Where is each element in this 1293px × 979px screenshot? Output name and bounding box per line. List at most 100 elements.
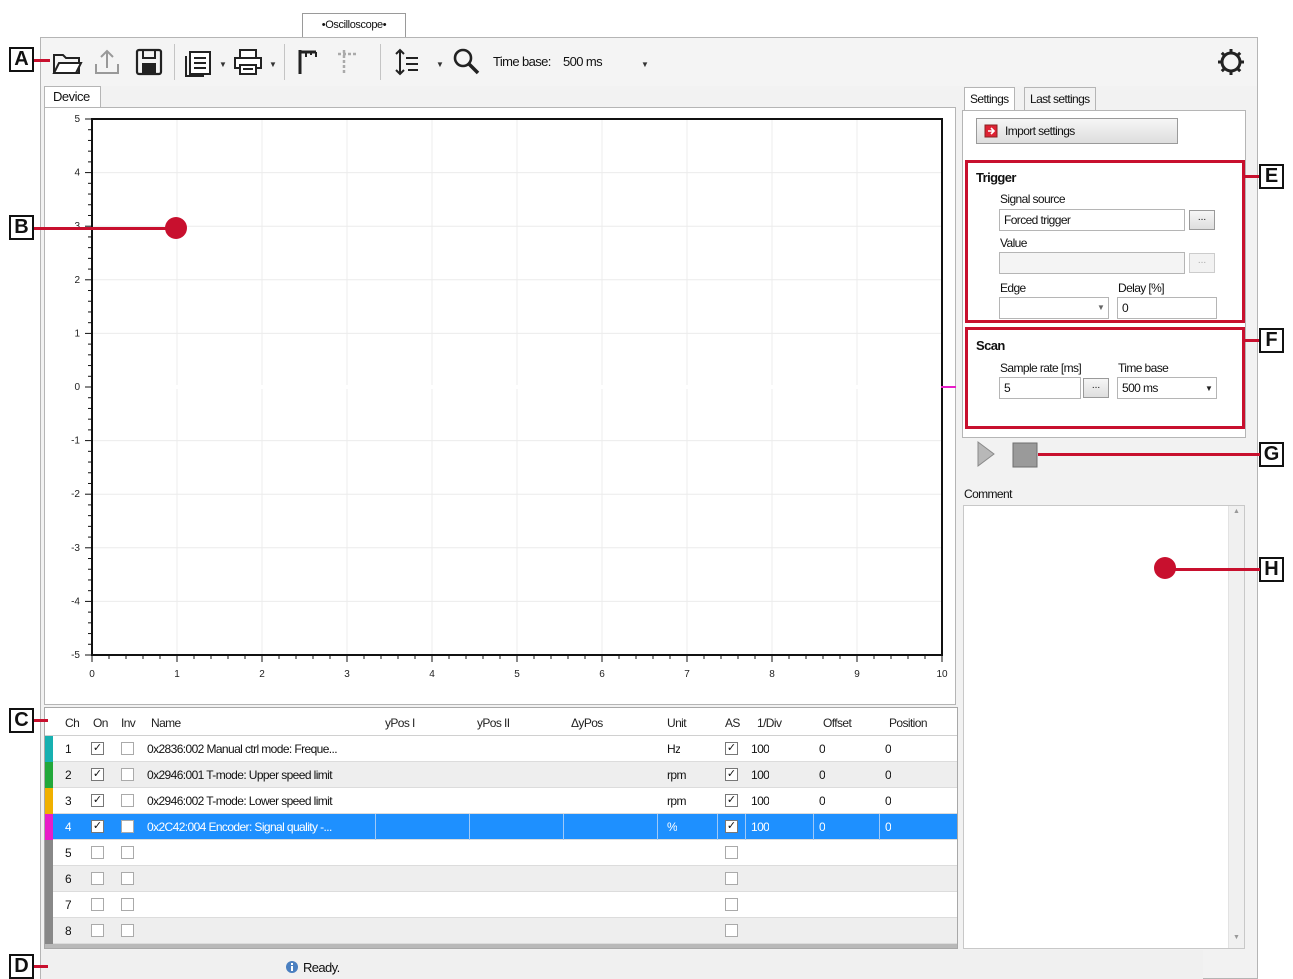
- open-folder-icon[interactable]: [51, 46, 83, 78]
- channel-autoscale-checkbox[interactable]: [725, 898, 738, 911]
- channel-invert-checkbox[interactable]: [121, 846, 134, 859]
- tab-device[interactable]: Device: [44, 86, 101, 108]
- channel-position[interactable]: 0: [885, 820, 891, 834]
- channel-position[interactable]: 0: [885, 768, 891, 782]
- table-row[interactable]: 4 ✓ 0x2C42:004 Encoder: Signal quality -..…: [45, 814, 957, 840]
- time-base-value[interactable]: 500 ms: [563, 54, 603, 69]
- delay-field[interactable]: 0: [1117, 297, 1217, 319]
- scroll-down-icon[interactable]: ▼: [1233, 934, 1240, 941]
- value-field[interactable]: [999, 252, 1185, 274]
- channel-autoscale-checkbox[interactable]: [725, 846, 738, 859]
- gear-icon[interactable]: [1215, 46, 1247, 78]
- value-browse-button[interactable]: ...: [1189, 253, 1215, 273]
- save-icon[interactable]: [133, 46, 165, 78]
- print-icon[interactable]: [232, 46, 264, 78]
- signal-source-field[interactable]: Forced trigger: [999, 209, 1185, 231]
- copy-icon[interactable]: [182, 46, 214, 78]
- channel-name[interactable]: 0x2946:001 T-mode: Upper speed limit: [147, 768, 373, 782]
- column-header[interactable]: Offset: [823, 716, 852, 730]
- column-header[interactable]: yPos I: [385, 716, 415, 730]
- column-header[interactable]: ΔyPos: [571, 716, 603, 730]
- toolbar-separator: [284, 44, 285, 80]
- tab-oscilloscope[interactable]: •Oscilloscope•: [302, 13, 406, 37]
- copy-dropdown-caret[interactable]: ▼: [219, 60, 227, 69]
- column-header[interactable]: AS: [725, 716, 740, 730]
- channel-on-checkbox[interactable]: ✓: [91, 768, 104, 781]
- edge-select[interactable]: [999, 297, 1109, 319]
- channel-invert-checkbox[interactable]: [121, 768, 134, 781]
- channel-on-checkbox[interactable]: ✓: [91, 742, 104, 755]
- start-button[interactable]: [975, 440, 997, 468]
- cursor-2-icon[interactable]: [332, 46, 364, 78]
- channel-invert-checkbox[interactable]: [121, 898, 134, 911]
- table-row[interactable]: 8: [45, 918, 957, 944]
- channel-invert-checkbox[interactable]: [121, 794, 134, 807]
- channel-on-checkbox[interactable]: [91, 898, 104, 911]
- channel-on-checkbox[interactable]: [91, 846, 104, 859]
- table-row[interactable]: 6: [45, 866, 957, 892]
- channel-on-checkbox[interactable]: [91, 872, 104, 885]
- comment-field[interactable]: [963, 505, 1245, 949]
- channel-autoscale-checkbox[interactable]: ✓: [725, 742, 738, 755]
- table-row[interactable]: 3 ✓ 0x2946:002 T-mode: Lower speed limit rp…: [45, 788, 957, 814]
- print-dropdown-caret[interactable]: ▼: [269, 60, 277, 69]
- column-header[interactable]: On: [93, 716, 108, 730]
- table-row[interactable]: 1 ✓ 0x2836:002 Manual ctrl mode: Freque...…: [45, 736, 957, 762]
- table-row[interactable]: 7: [45, 892, 957, 918]
- channel-per-div[interactable]: 100: [751, 742, 769, 756]
- scan-time-base-caret[interactable]: ▼: [1205, 384, 1213, 393]
- channel-on-checkbox[interactable]: ✓: [91, 820, 104, 833]
- channel-offset[interactable]: 0: [819, 820, 825, 834]
- channel-invert-checkbox[interactable]: [121, 872, 134, 885]
- channel-invert-checkbox[interactable]: [121, 924, 134, 937]
- channel-invert-checkbox[interactable]: [121, 820, 134, 833]
- column-header[interactable]: Position: [889, 716, 928, 730]
- sample-rate-field[interactable]: 5: [999, 377, 1081, 399]
- auto-scale-dropdown-caret[interactable]: ▼: [436, 60, 444, 69]
- channel-invert-checkbox[interactable]: [121, 742, 134, 755]
- channel-name[interactable]: 0x2C42:004 Encoder: Signal quality -...: [147, 820, 373, 834]
- channel-autoscale-checkbox[interactable]: ✓: [725, 794, 738, 807]
- tab-last-settings[interactable]: Last settings: [1024, 87, 1096, 111]
- channel-on-checkbox[interactable]: [91, 924, 104, 937]
- sample-rate-browse-button[interactable]: ...: [1083, 378, 1109, 398]
- import-settings-button[interactable]: Import settings: [976, 118, 1178, 144]
- comment-scrollbar[interactable]: ▲ ▼: [1228, 506, 1244, 948]
- channel-autoscale-checkbox[interactable]: ✓: [725, 820, 738, 833]
- channel-per-div[interactable]: 100: [751, 820, 769, 834]
- table-row[interactable]: 2 ✓ 0x2946:001 T-mode: Upper speed limit rp…: [45, 762, 957, 788]
- column-header[interactable]: Name: [151, 716, 181, 730]
- signal-source-browse-button[interactable]: ...: [1189, 210, 1215, 230]
- tab-settings[interactable]: Settings: [964, 87, 1015, 112]
- column-header[interactable]: Ch: [65, 716, 80, 730]
- channel-autoscale-checkbox[interactable]: [725, 924, 738, 937]
- oscilloscope-plot[interactable]: 012345678910543210-1-2-3-4-5: [44, 107, 956, 705]
- channel-per-div[interactable]: 100: [751, 794, 769, 808]
- scan-time-base-select[interactable]: 500 ms: [1117, 377, 1217, 399]
- column-header[interactable]: 1/Div: [757, 716, 782, 730]
- channel-per-div[interactable]: 100: [751, 768, 769, 782]
- channel-name[interactable]: 0x2946:002 T-mode: Lower speed limit: [147, 794, 373, 808]
- column-header[interactable]: yPos II: [477, 716, 510, 730]
- scroll-up-icon[interactable]: ▲: [1233, 508, 1240, 515]
- time-base-dropdown-caret[interactable]: ▼: [641, 60, 649, 69]
- stop-button[interactable]: [1011, 441, 1039, 469]
- column-header[interactable]: Inv: [121, 716, 136, 730]
- cursor-1-icon[interactable]: [292, 46, 324, 78]
- channel-offset[interactable]: 0: [819, 742, 825, 756]
- channel-autoscale-checkbox[interactable]: ✓: [725, 768, 738, 781]
- auto-scale-icon[interactable]: [392, 46, 424, 78]
- channel-autoscale-checkbox[interactable]: [725, 872, 738, 885]
- cell-divider: [879, 814, 880, 840]
- export-icon[interactable]: [91, 46, 123, 78]
- channel-offset[interactable]: 0: [819, 794, 825, 808]
- channel-name[interactable]: 0x2836:002 Manual ctrl mode: Freque...: [147, 742, 373, 756]
- channel-position[interactable]: 0: [885, 794, 891, 808]
- edge-dropdown-caret[interactable]: ▼: [1097, 303, 1105, 312]
- channel-position[interactable]: 0: [885, 742, 891, 756]
- zoom-icon[interactable]: [450, 46, 482, 78]
- table-row[interactable]: 5: [45, 840, 957, 866]
- column-header[interactable]: Unit: [667, 716, 687, 730]
- channel-offset[interactable]: 0: [819, 768, 825, 782]
- channel-on-checkbox[interactable]: ✓: [91, 794, 104, 807]
